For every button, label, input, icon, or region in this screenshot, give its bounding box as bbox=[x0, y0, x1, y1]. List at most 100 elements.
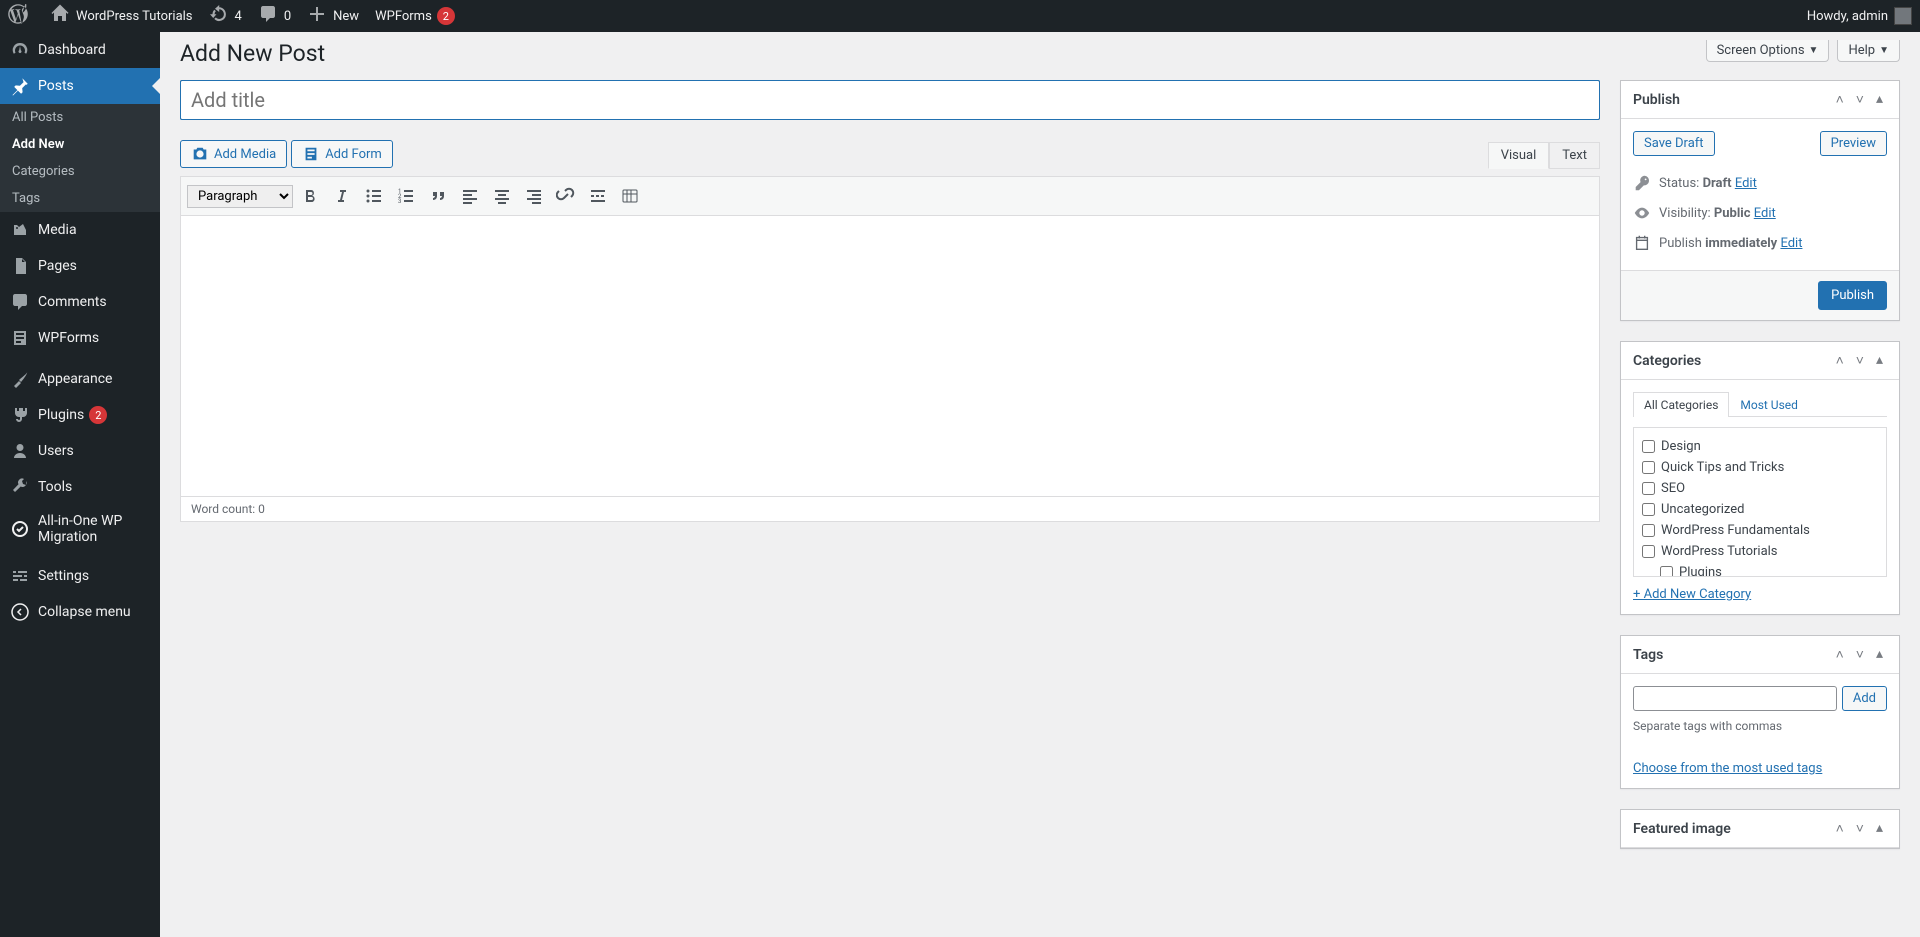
tag-input[interactable] bbox=[1633, 686, 1837, 711]
sidebar-sub-categories[interactable]: Categories bbox=[0, 158, 160, 185]
move-up-icon[interactable]: ˄ bbox=[1832, 91, 1848, 108]
category-checkbox[interactable] bbox=[1642, 440, 1655, 453]
settings-label: Settings bbox=[38, 568, 89, 584]
sidebar-item-users[interactable]: Users bbox=[0, 433, 160, 469]
quote-button[interactable] bbox=[423, 181, 453, 211]
format-select[interactable]: Paragraph bbox=[187, 185, 293, 208]
wpforms-link[interactable]: WPForms 2 bbox=[367, 0, 463, 32]
sidebar-item-media[interactable]: Media bbox=[0, 212, 160, 248]
save-draft-button[interactable]: Save Draft bbox=[1633, 131, 1715, 156]
category-item[interactable]: WordPress Tutorials bbox=[1642, 541, 1878, 562]
preview-button[interactable]: Preview bbox=[1820, 131, 1887, 156]
post-title-input[interactable] bbox=[180, 80, 1600, 120]
move-down-icon[interactable]: ˅ bbox=[1852, 820, 1868, 837]
sidebar-item-plugins[interactable]: Plugins 2 bbox=[0, 397, 160, 433]
help-button[interactable]: Help ▼ bbox=[1837, 40, 1900, 62]
key-icon bbox=[1633, 174, 1651, 192]
align-center-button[interactable] bbox=[487, 181, 517, 211]
choose-tags-link[interactable]: Choose from the most used tags bbox=[1633, 761, 1822, 776]
add-category-link[interactable]: + Add New Category bbox=[1633, 587, 1751, 602]
edit-visibility-link[interactable]: Edit bbox=[1754, 206, 1776, 221]
category-list[interactable]: Design Quick Tips and Tricks SEO Uncateg… bbox=[1633, 427, 1887, 577]
tags-heading: Tags bbox=[1633, 647, 1663, 663]
category-checkbox[interactable] bbox=[1642, 461, 1655, 474]
readmore-button[interactable] bbox=[583, 181, 613, 211]
publish-header[interactable]: Publish ˄˅▴ bbox=[1621, 81, 1899, 119]
edit-schedule-link[interactable]: Edit bbox=[1780, 236, 1802, 251]
toggle-icon[interactable]: ▴ bbox=[1872, 91, 1887, 108]
add-tag-button[interactable]: Add bbox=[1842, 686, 1887, 711]
sidebar-item-pages[interactable]: Pages bbox=[0, 248, 160, 284]
italic-button[interactable] bbox=[327, 181, 357, 211]
bold-button[interactable] bbox=[295, 181, 325, 211]
site-name-link[interactable]: WordPress Tutorials bbox=[42, 0, 201, 32]
publish-box: Publish ˄˅▴ Save Draft Preview Status: D… bbox=[1620, 80, 1900, 321]
move-down-icon[interactable]: ˅ bbox=[1852, 91, 1868, 108]
site-name-text: WordPress Tutorials bbox=[76, 9, 193, 24]
sidebar-item-comments[interactable]: Comments bbox=[0, 284, 160, 320]
sidebar-item-wpforms[interactable]: WPForms bbox=[0, 320, 160, 356]
align-right-button[interactable] bbox=[519, 181, 549, 211]
add-media-button[interactable]: Add Media bbox=[180, 140, 287, 168]
category-item[interactable]: Plugins bbox=[1660, 562, 1878, 577]
sidebar-item-dashboard[interactable]: Dashboard bbox=[0, 32, 160, 68]
sidebar-sub-add-new[interactable]: Add New bbox=[0, 131, 160, 158]
move-down-icon[interactable]: ˅ bbox=[1852, 352, 1868, 369]
new-content-link[interactable]: New bbox=[299, 0, 367, 32]
move-up-icon[interactable]: ˄ bbox=[1832, 352, 1848, 369]
category-checkbox[interactable] bbox=[1642, 482, 1655, 495]
sidebar-item-posts[interactable]: Posts bbox=[0, 68, 160, 104]
wordpress-icon bbox=[8, 4, 28, 28]
visual-tab[interactable]: Visual bbox=[1488, 142, 1550, 169]
toggle-icon[interactable]: ▴ bbox=[1872, 352, 1887, 369]
category-checkbox[interactable] bbox=[1642, 524, 1655, 537]
posts-label: Posts bbox=[38, 78, 74, 94]
align-left-button[interactable] bbox=[455, 181, 485, 211]
account-link[interactable]: Howdy, admin bbox=[1799, 0, 1920, 32]
sidebar-item-settings[interactable]: Settings bbox=[0, 558, 160, 594]
edit-status-link[interactable]: Edit bbox=[1735, 176, 1757, 191]
form-icon bbox=[302, 145, 320, 163]
categories-header[interactable]: Categories ˄˅▴ bbox=[1621, 342, 1899, 380]
toggle-icon[interactable]: ▴ bbox=[1872, 646, 1887, 663]
category-item[interactable]: Design bbox=[1642, 436, 1878, 457]
text-tab[interactable]: Text bbox=[1549, 142, 1600, 169]
category-item[interactable]: WordPress Fundamentals bbox=[1642, 520, 1878, 541]
category-item[interactable]: Uncategorized bbox=[1642, 499, 1878, 520]
sidebar-item-aio[interactable]: All-in-One WP Migration bbox=[0, 505, 160, 553]
bullet-list-button[interactable] bbox=[359, 181, 389, 211]
toggle-icon[interactable]: ▴ bbox=[1872, 820, 1887, 837]
sidebar-sub-all-posts[interactable]: All Posts bbox=[0, 104, 160, 131]
most-used-tab[interactable]: Most Used bbox=[1729, 392, 1809, 417]
publish-button[interactable]: Publish bbox=[1818, 281, 1887, 310]
numbered-list-button[interactable]: 123 bbox=[391, 181, 421, 211]
link-button[interactable] bbox=[551, 181, 581, 211]
sidebar-item-tools[interactable]: Tools bbox=[0, 469, 160, 505]
sidebar-item-appearance[interactable]: Appearance bbox=[0, 361, 160, 397]
comment-icon bbox=[258, 4, 278, 28]
toolbar-toggle-button[interactable] bbox=[615, 181, 645, 211]
updates-link[interactable]: 4 bbox=[201, 0, 250, 32]
sidebar-collapse[interactable]: Collapse menu bbox=[0, 594, 160, 630]
eye-icon bbox=[1633, 204, 1651, 222]
page-icon bbox=[10, 256, 30, 276]
editor-body[interactable] bbox=[181, 216, 1599, 496]
tags-header[interactable]: Tags ˄˅▴ bbox=[1621, 636, 1899, 674]
featured-image-header[interactable]: Featured image ˄˅▴ bbox=[1621, 810, 1899, 848]
camera-icon bbox=[191, 145, 209, 163]
category-item[interactable]: SEO bbox=[1642, 478, 1878, 499]
category-checkbox[interactable] bbox=[1660, 566, 1673, 577]
all-categories-tab[interactable]: All Categories bbox=[1633, 392, 1729, 417]
comments-link[interactable]: 0 bbox=[250, 0, 299, 32]
category-checkbox[interactable] bbox=[1642, 503, 1655, 516]
featured-image-box: Featured image ˄˅▴ bbox=[1620, 809, 1900, 849]
add-form-button[interactable]: Add Form bbox=[291, 140, 393, 168]
wp-logo[interactable] bbox=[0, 0, 42, 32]
category-checkbox[interactable] bbox=[1642, 545, 1655, 558]
move-down-icon[interactable]: ˅ bbox=[1852, 646, 1868, 663]
sidebar-sub-tags[interactable]: Tags bbox=[0, 185, 160, 212]
category-item[interactable]: Quick Tips and Tricks bbox=[1642, 457, 1878, 478]
move-up-icon[interactable]: ˄ bbox=[1832, 820, 1848, 837]
move-up-icon[interactable]: ˄ bbox=[1832, 646, 1848, 663]
screen-options-button[interactable]: Screen Options ▼ bbox=[1706, 40, 1830, 62]
